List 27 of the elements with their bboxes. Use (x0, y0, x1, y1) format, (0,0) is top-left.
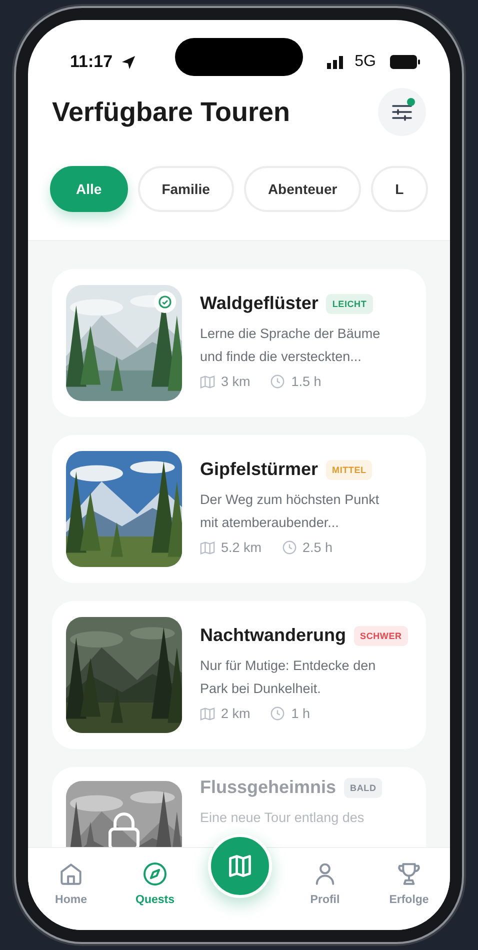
tour-title: Waldgeflüster (200, 293, 318, 314)
duration-label: 1 h (291, 706, 310, 721)
filter-chip[interactable]: Familie (138, 166, 234, 212)
difficulty-tag: SCHWER (354, 626, 408, 646)
distance-label: 2 km (221, 706, 250, 721)
tour-title: Nachtwanderung (200, 625, 346, 646)
tour-description: Eine neue Tour entlang des (200, 809, 366, 827)
difficulty-tag: BALD (344, 778, 382, 798)
tour-title: Flussgeheimnis (200, 777, 336, 798)
tour-card[interactable]: Gipfelstürmer MITTEL Der Weg zum höchsten Punkt mit atemberaubender... 5.2 km 2.5 h (52, 435, 426, 583)
tour-card[interactable]: Nachtwanderung SCHWER Nur für Mutige: Entdecke den Park bei Dunkelheit. 2 km 1 h (52, 601, 426, 749)
status-time: 11:17 (70, 52, 113, 72)
filter-chip[interactable]: Abenteuer (244, 166, 362, 212)
tour-card[interactable]: Waldgeflüster LEICHT Lerne die Sprache der Bäume und finde die versteckten... 3 km 1.5 h (52, 269, 426, 417)
tour-description: Lerne die Sprache der Bäume und finde die versteckten... (200, 325, 382, 366)
distance-label: 5.2 km (221, 540, 262, 555)
page-title: Verfügbare Touren (52, 96, 290, 128)
distance-label: 3 km (221, 374, 250, 389)
tour-description: Der Weg zum höchsten Punkt mit atemberaubender... (200, 491, 380, 532)
difficulty-tag: MITTEL (326, 460, 372, 480)
tour-title: Gipfelstürmer (200, 459, 318, 480)
difficulty-tag: LEICHT (326, 294, 373, 314)
filter-chip[interactable]: L (371, 166, 428, 212)
network-label: 5G (354, 53, 376, 71)
duration-label: 2.5 h (302, 540, 333, 555)
duration-label: 1.5 h (291, 374, 322, 389)
tour-description: Nur für Mutige: Entdecke den Park bei Dunkelheit. (200, 657, 377, 698)
